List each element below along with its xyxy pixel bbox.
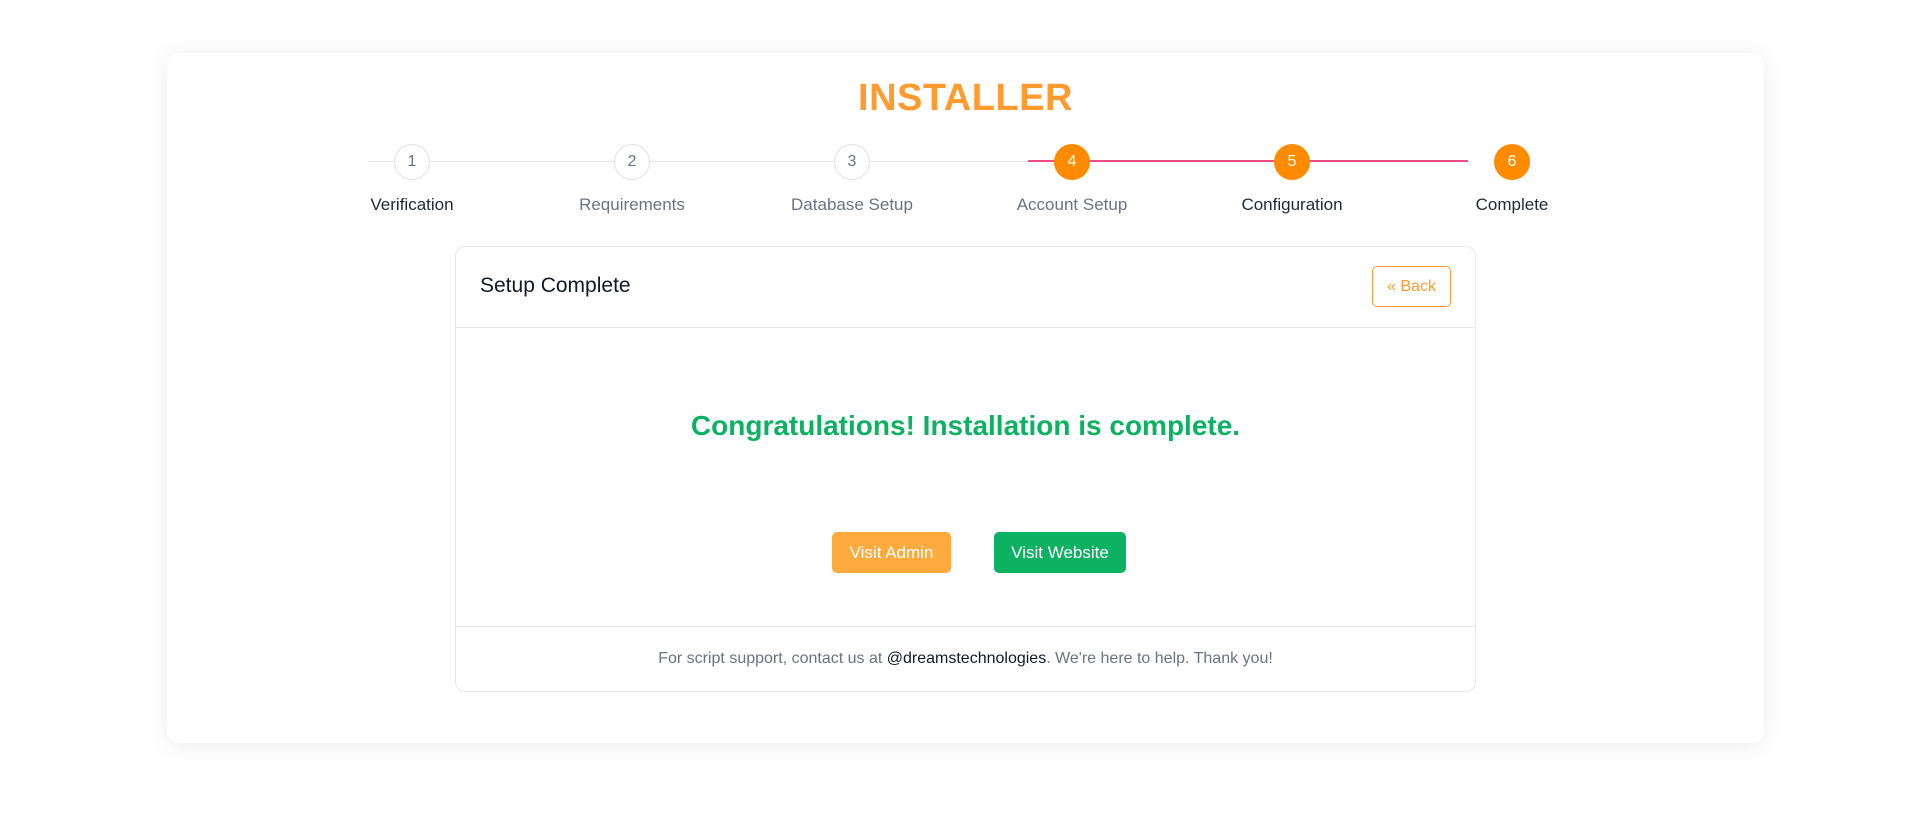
- step-number: 4: [1054, 144, 1090, 180]
- back-button[interactable]: « Back: [1372, 266, 1451, 307]
- visit-website-button[interactable]: Visit Website: [994, 532, 1126, 573]
- visit-admin-button[interactable]: Visit Admin: [832, 532, 951, 573]
- installer-title: INSTALLER: [858, 77, 1073, 119]
- step-label: Configuration: [1241, 195, 1343, 214]
- panel-header: Setup Complete « Back: [456, 247, 1475, 328]
- setup-complete-panel: Setup Complete « Back Congratulations! I…: [455, 246, 1476, 692]
- support-text-suffix: . We're here to help. Thank you!: [1046, 650, 1273, 667]
- step-number: 1: [394, 144, 430, 180]
- panel-title: Setup Complete: [480, 274, 631, 297]
- step-verification[interactable]: 1 Verification: [322, 144, 502, 215]
- support-text-prefix: For script support, contact us at: [658, 650, 887, 667]
- success-message: Congratulations! Installation is complet…: [690, 410, 1241, 441]
- step-number: 2: [614, 144, 650, 180]
- installer-stepper: 1 Verification 2 Requirements 3 Database…: [167, 144, 1764, 224]
- step-number: 5: [1274, 144, 1310, 180]
- step-complete[interactable]: 6 Complete: [1422, 144, 1602, 215]
- installer-page: INSTALLER 1 Verification 2 Requirements …: [0, 0, 1919, 828]
- step-label: Database Setup: [791, 195, 913, 214]
- installer-card: INSTALLER 1 Verification 2 Requirements …: [167, 53, 1764, 743]
- step-label: Account Setup: [1016, 195, 1128, 214]
- step-account-setup[interactable]: 4 Account Setup: [982, 144, 1162, 215]
- step-requirements[interactable]: 2 Requirements: [542, 144, 722, 215]
- step-number: 3: [834, 144, 870, 180]
- step-database-setup[interactable]: 3 Database Setup: [762, 144, 942, 215]
- support-footer: For script support, contact us at @dream…: [456, 626, 1475, 692]
- step-label: Complete: [1475, 195, 1549, 214]
- step-label: Requirements: [579, 195, 685, 214]
- step-number: 6: [1494, 144, 1530, 180]
- step-configuration[interactable]: 5 Configuration: [1202, 144, 1382, 215]
- support-contact-link[interactable]: @dreamstechnologies: [887, 650, 1046, 667]
- step-label: Verification: [370, 195, 454, 214]
